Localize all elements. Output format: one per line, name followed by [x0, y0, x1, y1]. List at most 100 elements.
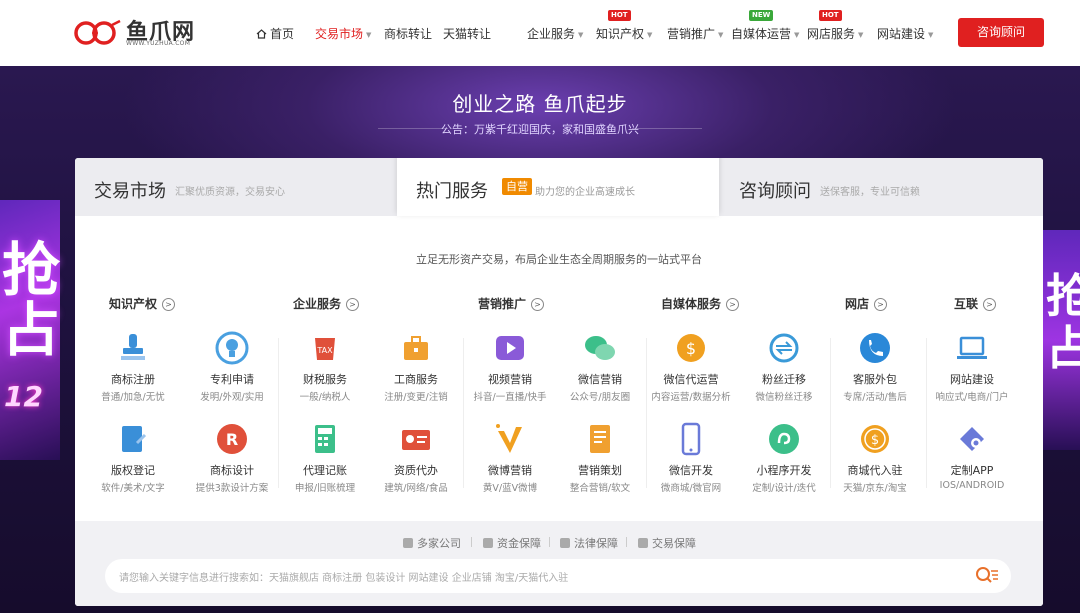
money-bag-icon [483, 538, 493, 548]
nav-item-label: 商标转让 [384, 27, 433, 41]
service-item[interactable]: 版权登记 软件/美术/文字 [85, 421, 181, 494]
nav-item-label: 企业服务 [527, 27, 576, 41]
nav-item-website[interactable]: 网站建设 ▼ [877, 25, 933, 42]
tab-subtitle: 汇聚优质资源，交易安心 [175, 187, 285, 198]
services-panel: 交易市场 汇聚优质资源，交易安心 热门服务 自营 助力您的企业高速成长 咨询顾问… [75, 158, 1043, 606]
svg-text:TAX: TAX [316, 346, 333, 355]
nav-item-home[interactable]: 首页 [256, 25, 294, 42]
nav-item-ip[interactable]: HOT 知识产权 ▼ [596, 10, 652, 42]
service-desc: 发明/外观/实用 [200, 392, 264, 403]
service-desc: 专席/活动/售后 [843, 392, 907, 403]
new-badge: NEW [749, 10, 774, 21]
consult-advisor-button[interactable]: 咨询顾问 [958, 18, 1044, 47]
arrow-right-icon: > [162, 298, 176, 311]
nav-item-label: 网店服务 [807, 27, 856, 41]
arrow-right-icon: > [983, 298, 997, 311]
nav-item-enterprise[interactable]: 企业服务 ▼ [527, 25, 583, 42]
search-icon[interactable] [975, 566, 999, 586]
service-item[interactable]: 微信开发 微商城/微官网 [643, 421, 739, 494]
calculator-icon [315, 425, 335, 453]
coin-icon: $ [677, 334, 705, 362]
tab-bar: 交易市场 汇聚优质资源，交易安心 热门服务 自营 助力您的企业高速成长 咨询顾问… [75, 158, 1043, 216]
service-name: 定制APP [950, 464, 994, 477]
service-name: 财税服务 [303, 373, 347, 386]
nav-item-label: 知识产权 [596, 27, 645, 41]
service-name: 视频营销 [488, 373, 532, 386]
service-item[interactable]: R 商标设计 提供3款设计方案 [184, 421, 280, 494]
search-bar[interactable]: 请您输入关键字信息进行搜索如：天猫旗舰店 商标注册 包装设计 网站建设 企业店铺… [105, 559, 1011, 593]
verified-v-icon [496, 424, 522, 453]
service-item[interactable]: 工商服务注册/变更/注销 [368, 330, 464, 403]
service-item[interactable]: 粉丝迁移 微信粉丝迁移 [736, 330, 832, 403]
divider [549, 537, 550, 547]
service-item[interactable]: 商标注册 普通/加急/无忧 [85, 330, 181, 403]
tab-consultant[interactable]: 咨询顾问 送保客服，专业可信赖 [719, 158, 1043, 216]
arrow-right-icon: > [726, 298, 740, 311]
category-self-media[interactable]: 自媒体服务 > [661, 295, 740, 312]
tab-market[interactable]: 交易市场 汇聚优质资源，交易安心 [75, 158, 397, 216]
service-item[interactable]: 营销策划 整合营销/软文 [552, 421, 648, 494]
guarantee-companies: 多家公司 [403, 535, 461, 551]
tax-icon: TAX [315, 338, 335, 360]
service-item[interactable]: 客服外包 专席/活动/售后 [827, 330, 923, 403]
guarantee-label: 交易保障 [652, 537, 696, 550]
promo-left-text: 抢占 [2, 236, 61, 364]
promo-right-text: 抢占 [1046, 269, 1080, 375]
service-desc: 公众号/朋友圈 [569, 392, 631, 403]
service-item[interactable]: 网站建设 响应式/电商/门户 [924, 330, 1020, 403]
service-desc: 软件/美术/文字 [101, 483, 165, 494]
guarantee-label: 资金保障 [497, 537, 541, 550]
svg-text:R: R [226, 430, 238, 449]
arrow-right-icon: > [874, 298, 888, 311]
tab-subtitle: 助力您的企业高速成长 [535, 187, 635, 198]
nav-item-tmall-transfer[interactable]: 天猫转让 [443, 25, 491, 42]
category-ip[interactable]: 知识产权 > [109, 295, 176, 312]
nav-item-shop-service[interactable]: HOT 网店服务 ▼ [807, 10, 863, 42]
phone-icon [860, 333, 890, 363]
svg-text:$: $ [686, 339, 696, 358]
category-shop[interactable]: 网店 > [845, 295, 888, 312]
service-desc: 抖音/一直播/快手 [473, 392, 547, 403]
service-item[interactable]: 微博营销 黄V/蓝V微博 [462, 421, 558, 494]
service-item[interactable]: TAX 财税服务 一般/纳税人 [277, 330, 373, 403]
service-name: 营销策划 [578, 464, 622, 477]
category-enterprise[interactable]: 企业服务 > [293, 295, 360, 312]
laptop-icon [957, 336, 987, 359]
service-name: 微信开发 [669, 464, 713, 477]
service-item[interactable]: 代理记账 申报/旧账梳理 [277, 421, 373, 494]
search-input[interactable]: 请您输入关键字信息进行搜索如：天猫旗舰店 商标注册 包装设计 网站建设 企业店铺… [119, 569, 568, 584]
service-item[interactable]: 资质代办 建筑/网络/食品 [368, 421, 464, 494]
service-desc: 提供3款设计方案 [195, 483, 269, 494]
service-item[interactable]: 视频营销抖音/一直播/快手 [462, 330, 558, 403]
self-operated-badge: 自营 [502, 178, 532, 195]
category-marketing[interactable]: 营销推广 > [478, 295, 545, 312]
wechat-icon [585, 336, 615, 360]
service-item[interactable]: $ 商城代入驻 天猫/京东/淘宝 [827, 421, 923, 494]
service-name: 工商服务 [394, 373, 438, 386]
tab-hot-services[interactable]: 热门服务 自营 助力您的企业高速成长 [397, 158, 719, 216]
service-item[interactable]: 微信营销 公众号/朋友圈 [552, 330, 648, 403]
category-internet[interactable]: 互联 > [954, 295, 997, 312]
nav-item-market[interactable]: 交易市场 ▼ [315, 25, 371, 42]
service-item[interactable]: 小程序开发 定制/设计/迭代 [736, 421, 832, 494]
service-item[interactable]: 专利申请 发明/外观/实用 [184, 330, 280, 403]
brand-logo[interactable]: 鱼爪网 WWW.YUZHUA.COM [74, 13, 204, 53]
service-desc: 响应式/电商/门户 [935, 392, 1009, 403]
service-desc: 黄V/蓝V微博 [482, 483, 538, 494]
service-item[interactable]: 定制APP IOS/ANDROID [924, 421, 1020, 491]
service-item[interactable]: $ 微信代运营 内容运营/数据分析 [643, 330, 739, 403]
nav-item-trademark-transfer[interactable]: 商标转让 [384, 25, 432, 42]
copyright-icon [122, 426, 147, 452]
nav-item-label: 营销推广 [667, 27, 716, 41]
chevron-down-icon: ▼ [366, 30, 372, 39]
service-desc: 注册/变更/注销 [384, 392, 448, 403]
guarantee-footer: 多家公司 资金保障 法律保障 交易保障 请您输入关键字信息进行搜索如：天猫旗舰店… [75, 521, 1043, 606]
hot-badge: HOT [819, 10, 842, 21]
building-icon [403, 538, 413, 548]
chevron-down-icon: ▼ [794, 30, 800, 39]
nav-item-self-media[interactable]: NEW 自媒体运营 ▼ [731, 10, 800, 42]
fish-claw-logo-icon [74, 19, 121, 45]
announcement[interactable]: 公告：万紫千红迎国庆，家和国盛鱼爪兴 [0, 121, 1080, 137]
chevron-down-icon: ▼ [928, 30, 934, 39]
nav-item-marketing[interactable]: 营销推广 ▼ [667, 25, 723, 42]
